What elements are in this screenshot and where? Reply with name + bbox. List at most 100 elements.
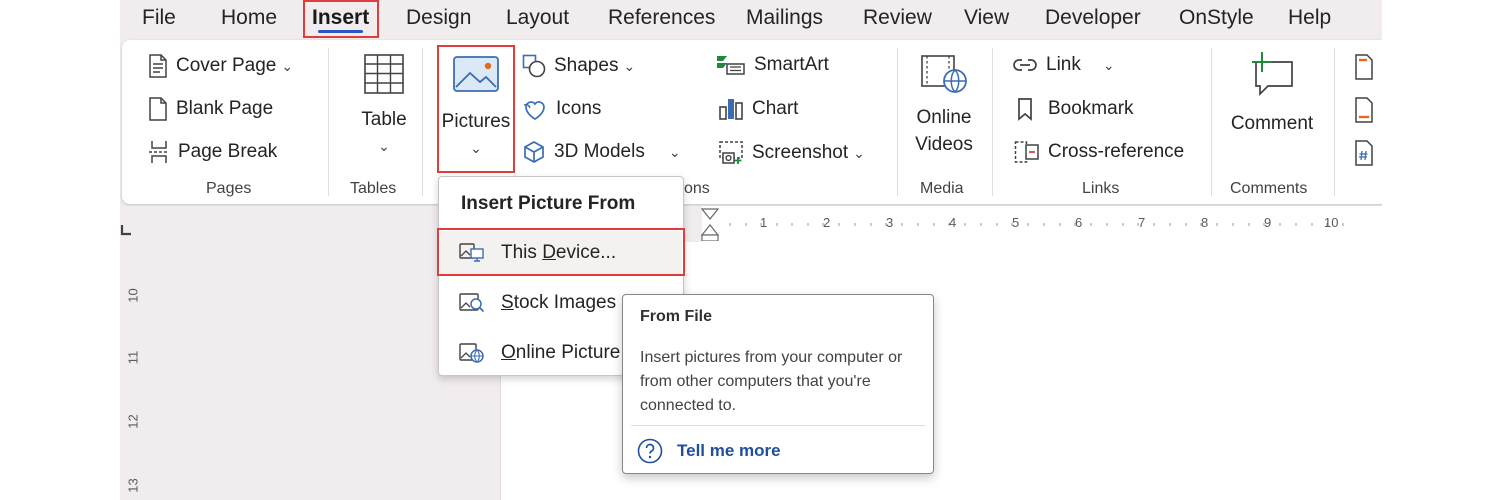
tab-references[interactable]: References: [606, 4, 717, 32]
links-group-label: Links: [1082, 180, 1120, 197]
online-pictures-label: Online Picture: [501, 342, 621, 363]
screenshot-label: Screenshot: [752, 142, 849, 163]
vertical-ruler[interactable]: 10 11 12 13: [120, 242, 146, 500]
tab-developer[interactable]: Developer: [1043, 4, 1143, 32]
pictures-button[interactable]: Pictures ⌄: [440, 50, 512, 162]
online-pictures-icon: [459, 343, 484, 363]
online-videos-label-line1: Online: [916, 107, 972, 128]
tab-help[interactable]: Help: [1286, 4, 1333, 32]
ruler-number: 4: [949, 215, 957, 230]
tell-me-more-link[interactable]: Tell me more: [637, 438, 781, 464]
chart-button[interactable]: Chart: [718, 97, 798, 121]
menu-item-this-device[interactable]: This Device...: [440, 231, 682, 275]
comments-group-label: Comments: [1230, 180, 1308, 197]
link-button[interactable]: Link ⌄: [1012, 54, 1115, 76]
table-icon: [364, 54, 404, 94]
cover-page-button[interactable]: Cover Page ⌄: [148, 54, 293, 78]
icons-button[interactable]: Icons: [522, 97, 601, 121]
stock-images-icon: [459, 293, 485, 313]
page-number-icon: [1355, 140, 1373, 166]
smartart-icon: [717, 56, 745, 75]
screenshot-icon: [719, 141, 743, 164]
screenshot-button[interactable]: Screenshot ⌄: [718, 140, 865, 166]
chevron-down-icon: ⌄: [1102, 56, 1115, 73]
ruler-number: 7: [1138, 215, 1146, 230]
bookmark-label: Bookmark: [1048, 98, 1134, 119]
ruler-number: 9: [1264, 215, 1272, 230]
chevron-down-icon: ⌄: [668, 143, 681, 160]
bookmark-button[interactable]: Bookmark: [1016, 97, 1134, 121]
ruler-number: 3: [886, 215, 894, 230]
menu-header: Insert Picture From: [461, 193, 636, 214]
table-label: Table: [361, 109, 407, 130]
tab-review[interactable]: Review: [861, 4, 934, 32]
tab-layout[interactable]: Layout: [504, 4, 571, 32]
comment-label: Comment: [1230, 113, 1314, 134]
table-button[interactable]: Table ⌄: [344, 50, 424, 160]
device-picture-icon: [459, 243, 484, 262]
from-file-tooltip: From File Insert pictures from your comp…: [622, 294, 934, 474]
comment-button[interactable]: Comment: [1222, 50, 1322, 137]
tab-insert[interactable]: Insert: [310, 4, 371, 33]
tell-me-more-label: Tell me more: [677, 441, 781, 460]
shapes-label: Shapes: [554, 55, 619, 76]
ruler-number: 10: [125, 288, 141, 303]
chevron-down-icon: ⌄: [378, 138, 390, 154]
help-icon: [637, 438, 663, 464]
tooltip-divider: [631, 425, 925, 426]
chevron-down-icon: ⌄: [281, 57, 294, 74]
chart-label: Chart: [752, 98, 799, 119]
group-separator: [1211, 48, 1212, 196]
link-icon: [1013, 59, 1037, 71]
new-comment-icon: [1252, 52, 1293, 97]
bookmark-icon: [1018, 98, 1032, 121]
link-label: Link: [1046, 54, 1081, 75]
tab-home[interactable]: Home: [219, 4, 279, 32]
chevron-down-icon: ⌄: [470, 140, 482, 156]
chevron-down-icon: ⌄: [853, 144, 865, 161]
tooltip-body: Insert pictures from your computer or fr…: [640, 349, 903, 414]
ribbon: Cover Page ⌄ Blank Page Page Break Pages…: [122, 40, 1382, 204]
tab-view[interactable]: View: [962, 4, 1011, 32]
word-window: File Home Insert Design Layout Reference…: [0, 0, 1500, 500]
ribbon-tabs: File Home Insert Design Layout Reference…: [120, 0, 1382, 38]
horizontal-ruler[interactable]: 1 2 3 4 5 6 7 8 9 10: [146, 206, 1382, 242]
ruler-number: 12: [125, 414, 141, 429]
page-break-button[interactable]: Page Break: [148, 140, 277, 164]
illustrations-group-label: ons: [684, 180, 710, 197]
shapes-button[interactable]: Shapes ⌄: [522, 54, 635, 78]
online-videos-button[interactable]: Online Videos: [902, 50, 986, 158]
ruler-text-area: 1 2 3 4 5 6 7 8 9 10: [701, 206, 1382, 242]
3d-models-button[interactable]: 3D Models ⌄: [522, 140, 681, 164]
tables-group-label: Tables: [350, 180, 397, 197]
group-separator: [422, 48, 423, 196]
tab-selector-icon[interactable]: [120, 224, 132, 236]
page-break-icon: [149, 141, 169, 163]
chevron-down-icon: ⌄: [623, 57, 636, 74]
ruler-number: 13: [125, 478, 141, 493]
tab-file[interactable]: File: [140, 4, 178, 32]
tab-onstyle[interactable]: OnStyle: [1177, 4, 1256, 32]
tooltip-title: From File: [640, 308, 713, 325]
blank-page-label: Blank Page: [176, 98, 274, 119]
group-separator: [992, 48, 993, 196]
media-group-label: Media: [920, 180, 964, 197]
tab-design[interactable]: Design: [404, 4, 473, 32]
icons-label: Icons: [556, 98, 602, 119]
group-separator: [1334, 48, 1335, 196]
footer-icon: [1355, 97, 1373, 123]
ruler-number: 6: [1075, 215, 1083, 230]
ruler-number: 10: [1324, 215, 1339, 230]
this-device-label: This Device...: [501, 242, 617, 263]
smartart-button[interactable]: SmartArt: [716, 54, 829, 76]
stock-images-label: Stock Images: [501, 292, 617, 313]
cross-reference-button[interactable]: Cross-reference: [1014, 140, 1184, 164]
pictures-label: Pictures: [441, 111, 511, 132]
cover-page-icon: [149, 54, 167, 78]
tab-mailings[interactable]: Mailings: [744, 4, 825, 32]
picture-icon: [453, 56, 499, 92]
header-icon: [1355, 54, 1373, 80]
blank-page-button[interactable]: Blank Page: [148, 97, 273, 121]
ruler-number: 1: [760, 215, 768, 230]
ruler-number: 8: [1201, 215, 1209, 230]
